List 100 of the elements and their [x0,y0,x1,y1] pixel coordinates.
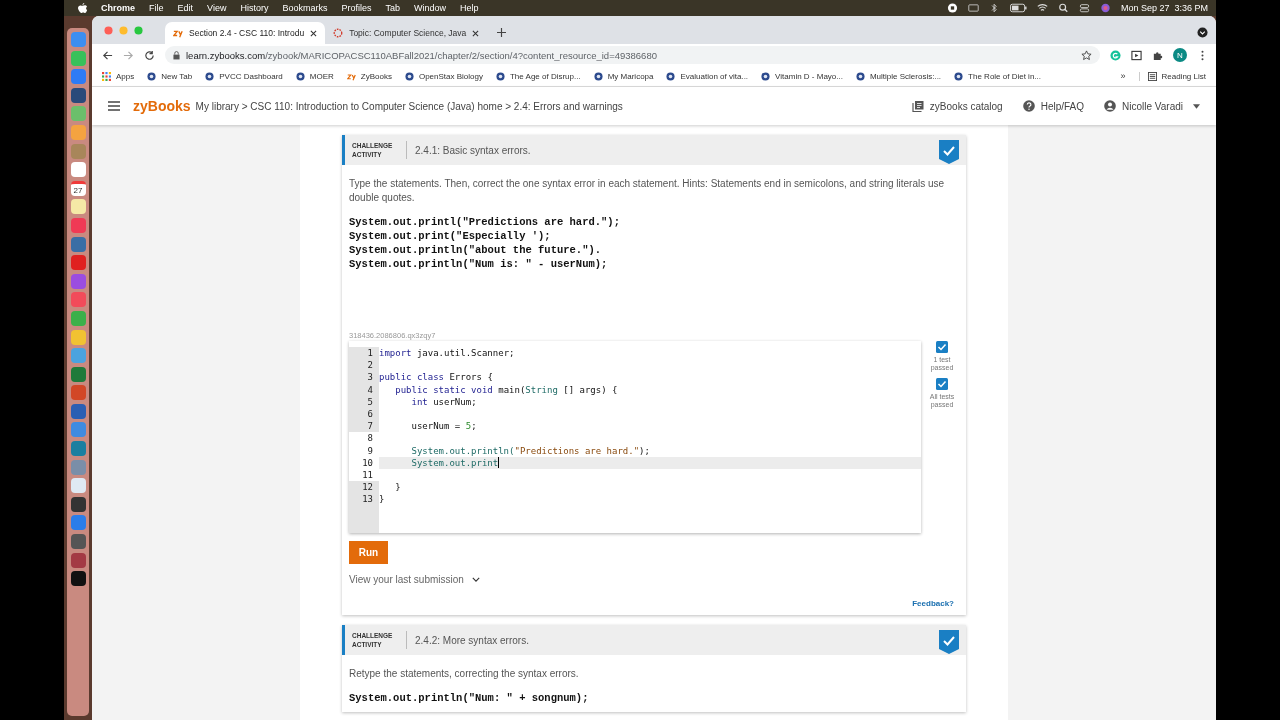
site-icon [496,71,505,81]
site-icon [954,71,964,81]
extensions-icon[interactable] [1152,49,1163,61]
minimize-window-icon[interactable] [119,25,128,35]
last-submission-toggle[interactable]: View your last submission [349,574,480,585]
zy-icon [346,71,356,81]
apps-grid-icon [102,71,111,81]
bookmark[interactable]: PVCC Dashboard [205,71,283,81]
code-line: public static void main(String [] args) { [394,383,618,396]
app-icon[interactable] [70,496,86,512]
close-icon[interactable] [310,29,318,37]
books-icon [911,100,924,112]
bookmark[interactable]: The Role of Diet in... [954,71,1041,81]
close-icon[interactable] [472,29,480,37]
instructions: Retype the statements, correcting the syntax errors. [349,667,580,681]
bookmark[interactable]: Evaluation of vita... [666,71,749,81]
site-icon [593,71,603,81]
menu-item[interactable]: Profiles [341,3,372,13]
code-statement: System.out.println("Num is: " - userNum); [349,257,609,271]
new-tab-icon[interactable] [497,27,507,37]
code-statement: System.out.printl("Predictions are hard."); [349,215,621,229]
star-icon[interactable] [1081,49,1092,61]
more-bookmarks-button[interactable]: » [1120,71,1126,81]
user-icon [1104,100,1117,112]
bookmark[interactable]: My Maricopa [593,71,654,81]
clock[interactable]: Mon Sep 27 3:36 PM [1120,3,1208,13]
chevron-down-icon [471,577,480,582]
grammar-extension-icon[interactable] [1110,49,1121,61]
instructions: Type the statements. Then, correct the one syntax error in each statement. Hints: Statements end in semicolons, and string literals use double quotes. [349,177,946,205]
close-window-icon[interactable] [104,25,113,35]
bookmark[interactable]: ZyBooks [346,71,392,81]
text-cursor [498,457,500,469]
bookmark[interactable]: Multiple Sclerosis:... [855,71,942,81]
user-menu[interactable]: Nicolle Varadi [1104,100,1200,112]
list-icon [1147,71,1157,81]
search-icon[interactable] [1057,3,1069,13]
wifi-icon[interactable] [1036,3,1048,13]
code-line: import java.util.Scanner; [379,347,515,360]
bookmark[interactable]: Apps [102,71,135,81]
code-line: System.out.println("Predictions are hard."); [410,444,650,457]
menu-icon[interactable] [108,101,120,111]
line-number: 12 [349,481,379,494]
ring-favicon-icon [333,28,344,38]
zoom-window-icon[interactable] [134,25,143,35]
lock-icon [173,50,180,60]
bookmark[interactable]: OpenStax Biology [404,71,483,81]
bookmark[interactable]: MOER [295,71,334,81]
record-icon[interactable] [946,3,958,13]
apple-icon[interactable] [78,2,87,14]
code-line: } [394,481,401,494]
menu-item[interactable]: History [240,3,269,13]
url-text: learn.zybooks.com/zybook/MARICOPACSC110ABFall2021/chapter/2/section/4?content_resource_id=49386680 [186,49,658,61]
activity-title: 2.4.2: More syntax errors. [415,634,529,646]
bookmark[interactable]: The Age of Disrup... [496,71,581,81]
menu-item[interactable]: Tab [385,3,400,13]
site-icon [147,71,157,81]
menu-item[interactable]: Help [460,3,479,13]
feedback-link[interactable]: Feedback? [912,599,954,608]
reading-list-button[interactable]: Reading List [1138,71,1206,81]
line-number: 7 [349,420,379,433]
reload-icon[interactable] [144,49,155,61]
site-icon [855,71,865,81]
app-icon[interactable] [70,87,86,103]
bookmark[interactable]: New Tab [147,71,193,81]
menu-item[interactable]: Bookmarks [282,3,328,13]
browser-tab[interactable]: Section 2.4 - CSC 110: Introdu [165,22,326,44]
menu-item[interactable]: View [207,3,227,13]
tab-search-icon[interactable] [1197,26,1208,38]
line-number: 3 [349,371,379,384]
display-icon[interactable] [967,3,979,13]
catalog-link[interactable]: zyBooks catalog [911,100,1003,112]
site-icon [205,71,215,81]
menu-item[interactable]: Window [413,3,446,13]
forward-icon[interactable] [123,49,134,61]
code-line: } [379,493,385,506]
menu-item[interactable]: Edit [177,3,194,13]
address-bar[interactable]: learn.zybooks.com/zybook/MARICOPACSC110ABFall2021/chapter/2/section/4?content_resource_id=49386680 [165,46,1100,64]
caret-icon [1193,103,1200,109]
code-line: int userNum; [410,395,477,408]
help-icon [1022,100,1035,112]
code-statement: System.out.println("about the future."). [349,243,603,257]
menu-item[interactable]: File [149,3,164,13]
app-icon[interactable] [70,571,86,587]
media-icon[interactable] [1131,49,1142,61]
app-menu[interactable]: Chrome [101,3,135,13]
site-icon [295,71,305,81]
calendar-app-icon[interactable]: 27 [70,180,86,196]
line-number: 1 [349,347,379,360]
siri-icon[interactable] [1099,3,1111,13]
profile-avatar[interactable]: N [1173,48,1187,62]
help-link[interactable]: Help/FAQ [1022,100,1085,112]
bookmark[interactable]: Vitamin D - Mayo... [761,71,843,81]
back-icon[interactable] [102,49,113,61]
line-number: 2 [349,359,379,372]
browser-tab[interactable]: Topic: Computer Science, Java [325,22,488,44]
battery-icon[interactable] [1009,3,1027,13]
code-line: public class Errors { [379,371,493,384]
code-editor[interactable] [349,341,921,533]
site-icon [404,71,414,81]
control-center-icon[interactable] [1078,3,1090,13]
